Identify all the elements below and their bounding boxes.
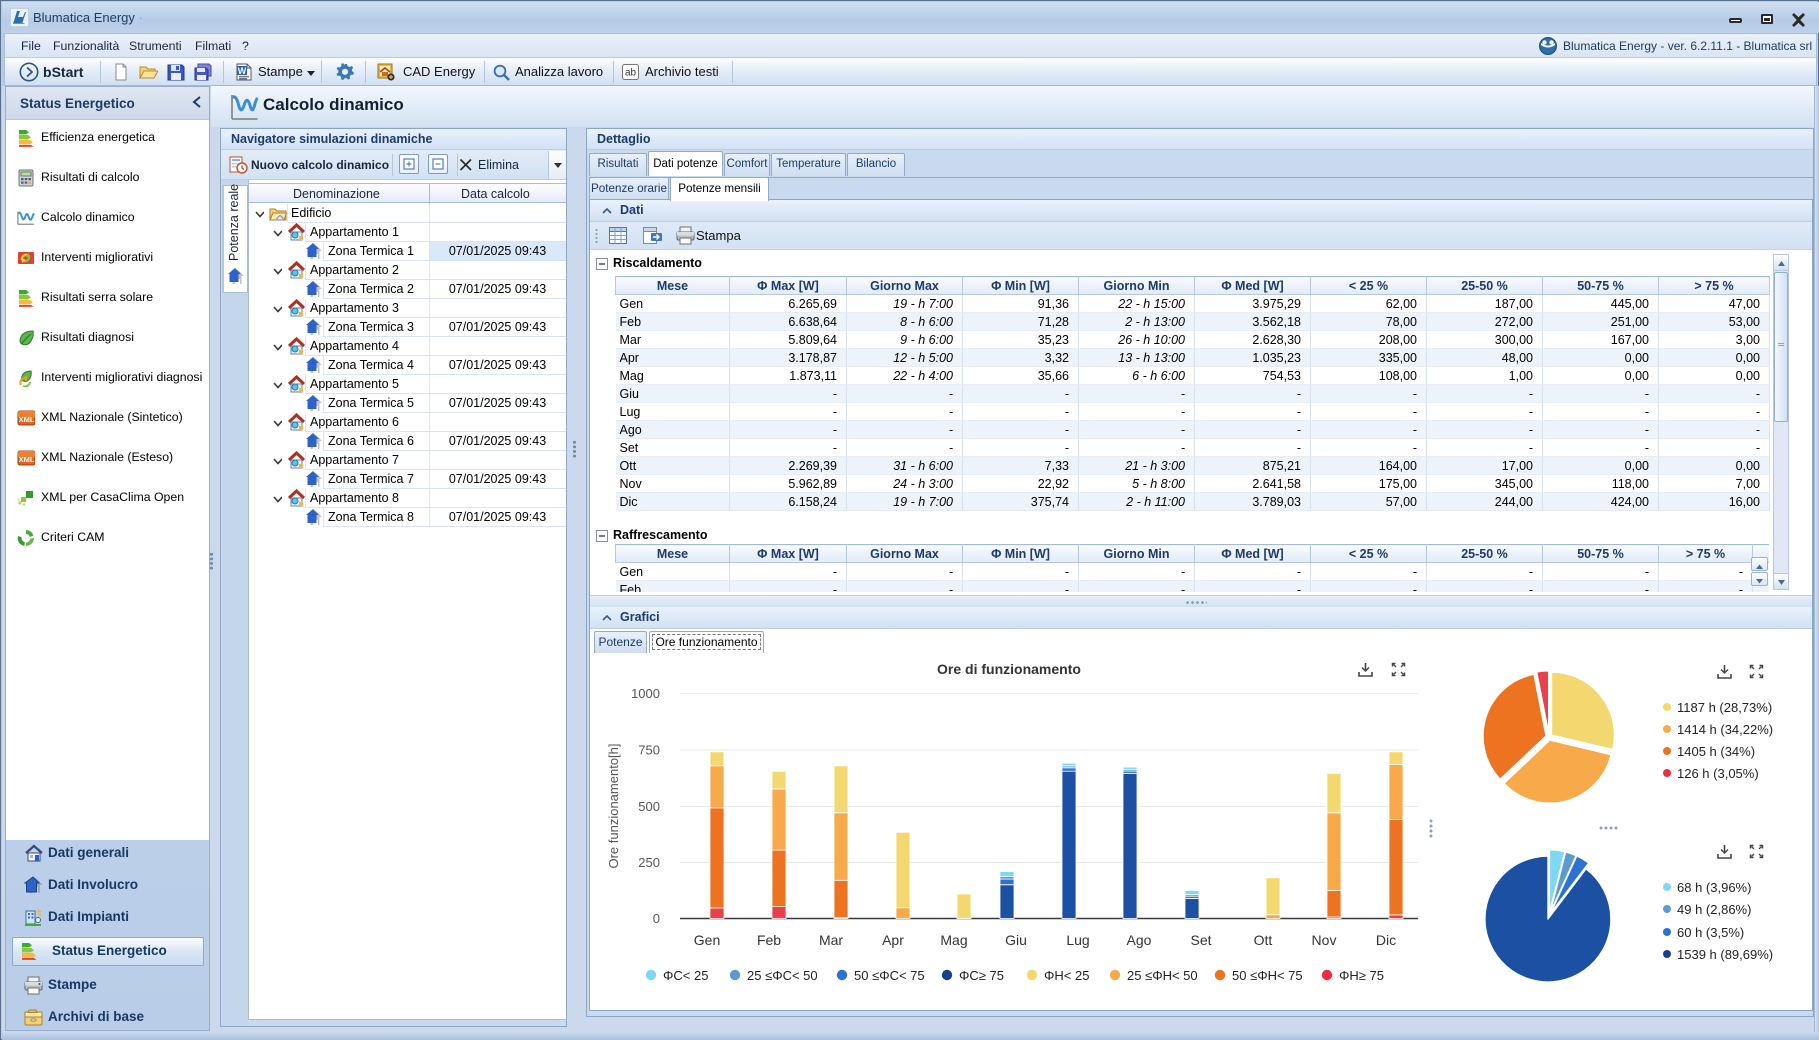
svg-text:ΦH≥ 75: ΦH≥ 75 (1339, 968, 1384, 983)
svg-text:Gen: Gen (694, 932, 720, 948)
svg-text:ab: ab (625, 68, 637, 79)
svg-text:50 ≤ΦC< 75: 50 ≤ΦC< 75 (854, 968, 925, 983)
svg-text:1187 h (28,73%): 1187 h (28,73%) (1677, 700, 1772, 715)
svg-text:Mar: Mar (819, 932, 843, 948)
svg-text:Ott: Ott (1254, 932, 1273, 948)
svg-text:50 ≤ΦH< 75: 50 ≤ΦH< 75 (1232, 968, 1303, 983)
svg-text:Nov: Nov (1312, 932, 1337, 948)
svg-text:1539 h (89,69%): 1539 h (89,69%) (1677, 947, 1773, 962)
svg-text:Ore di funzionamento: Ore di funzionamento (937, 661, 1081, 677)
svg-text:1000: 1000 (631, 686, 660, 701)
svg-text:250: 250 (638, 855, 660, 870)
svg-text:Dic: Dic (1376, 932, 1396, 948)
svg-text:25 ≤ΦH< 50: 25 ≤ΦH< 50 (1127, 968, 1198, 983)
svg-text:Ore funzionamento[h]: Ore funzionamento[h] (606, 743, 621, 868)
svg-text:Ago: Ago (1127, 932, 1152, 948)
svg-text:1414 h (34,22%): 1414 h (34,22%) (1677, 722, 1773, 737)
svg-text:Set: Set (1190, 932, 1211, 948)
svg-text:25 ≤ΦC< 50: 25 ≤ΦC< 50 (747, 968, 818, 983)
svg-text:49 h (2,86%): 49 h (2,86%) (1677, 902, 1751, 917)
svg-text:Giu: Giu (1005, 932, 1027, 948)
svg-text:XML: XML (19, 455, 35, 464)
svg-text:W: W (238, 66, 247, 76)
svg-text:XML: XML (19, 415, 35, 424)
svg-text:126 h (3,05%): 126 h (3,05%) (1677, 766, 1759, 781)
svg-text:Mag: Mag (940, 932, 967, 948)
svg-text:68 h (3,96%): 68 h (3,96%) (1677, 880, 1751, 895)
svg-text:ΦC≥ 75: ΦC≥ 75 (959, 968, 1004, 983)
svg-text:Feb: Feb (757, 932, 781, 948)
svg-text:Lug: Lug (1066, 932, 1089, 948)
svg-text:60 h (3,5%): 60 h (3,5%) (1677, 925, 1744, 940)
svg-text:ΦC< 25: ΦC< 25 (663, 968, 708, 983)
svg-text:1405 h (34%): 1405 h (34%) (1677, 744, 1755, 759)
svg-text:Apr: Apr (882, 932, 904, 948)
svg-text:750: 750 (638, 743, 660, 758)
svg-text:0: 0 (653, 911, 660, 926)
svg-text:ΦH< 25: ΦH< 25 (1044, 968, 1089, 983)
svg-text:500: 500 (638, 799, 660, 814)
